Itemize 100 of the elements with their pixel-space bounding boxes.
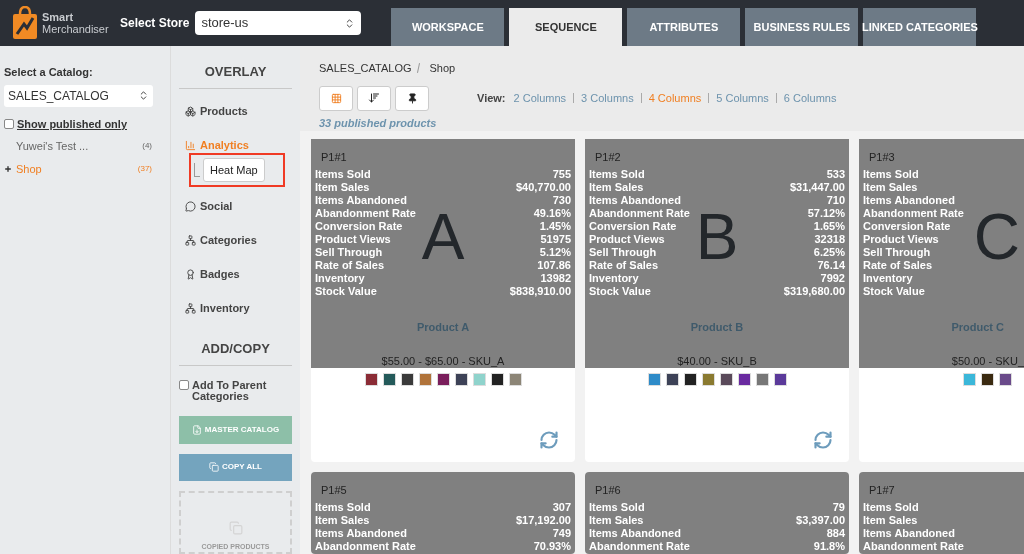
- color-swatch[interactable]: [418, 373, 432, 386]
- nav-tab[interactable]: ATTRIBUTES: [627, 8, 741, 46]
- color-swatch[interactable]: [683, 373, 697, 386]
- color-swatch[interactable]: [963, 373, 976, 386]
- product-card[interactable]: P1#5 Items Sold 307 Item Sales $17,192.00 Items Abandoned 749 Abandonment Rate 70.93%: [311, 472, 575, 554]
- color-swatch[interactable]: [490, 373, 504, 386]
- overlay-item[interactable]: Inventory: [185, 291, 292, 325]
- metric-value: 107.86: [537, 259, 571, 272]
- overlay-icon: [185, 302, 196, 314]
- color-swatch[interactable]: [999, 373, 1012, 386]
- metric-value: 1.45%: [539, 220, 571, 233]
- color-swatch[interactable]: [755, 373, 769, 386]
- color-swatch[interactable]: [773, 373, 787, 386]
- logo-text: Smart: [42, 11, 75, 23]
- metric-value: 13982: [540, 272, 571, 285]
- select-caret-icon: [138, 90, 149, 101]
- view-label: View:: [477, 90, 506, 106]
- product-letter: C: [973, 205, 1020, 269]
- metric-label: Item Sales: [863, 181, 918, 194]
- metric-label: Conversion Rate: [863, 220, 951, 233]
- color-swatch[interactable]: [737, 373, 751, 386]
- metric-label: Rate of Sales: [315, 259, 385, 272]
- column-option[interactable]: 3 Columns: [581, 89, 634, 107]
- color-swatch[interactable]: [647, 373, 661, 386]
- metric-label: Items Sold: [863, 168, 919, 181]
- metric-label: Items Sold: [315, 501, 371, 514]
- product-price: $50.00 - SKU_: [951, 354, 1024, 369]
- position-label: P1#6: [595, 484, 622, 497]
- color-swatch[interactable]: [981, 373, 994, 386]
- color-swatch[interactable]: [454, 373, 468, 386]
- tree-row[interactable]: Yuwei's Test ... (4): [4, 138, 166, 155]
- column-option[interactable]: 4 Columns: [648, 89, 702, 107]
- breadcrumb-item[interactable]: SALES_CATALOG: [319, 60, 412, 77]
- breadcrumb-item[interactable]: Shop: [429, 60, 456, 77]
- metric-value: 76.14: [817, 259, 845, 272]
- copy-icon: [209, 462, 219, 472]
- metric-value: 91.8%: [813, 540, 845, 553]
- copy-all-button[interactable]: COPY ALL: [179, 453, 292, 481]
- metric-value: $319,680.00: [783, 285, 845, 298]
- metric-label: Items Abandoned: [863, 527, 955, 540]
- catalog-select[interactable]: SALES_CATALOG: [4, 84, 153, 107]
- checkbox[interactable]: [179, 379, 189, 390]
- product-letter: A: [421, 205, 465, 269]
- metric-label: Abandonment Rate: [589, 207, 690, 220]
- tree-item[interactable]: Yuwei's Test ...: [16, 138, 89, 155]
- metric-value: 533: [826, 168, 845, 181]
- overlay-item[interactable]: Products: [185, 94, 292, 129]
- color-swatch[interactable]: [701, 373, 715, 386]
- refresh-icon[interactable]: [813, 430, 833, 450]
- tree-item[interactable]: Shop: [16, 160, 42, 177]
- overlay-item[interactable]: Social: [185, 189, 292, 223]
- color-swatch[interactable]: [508, 373, 522, 386]
- color-swatch[interactable]: [436, 373, 450, 386]
- nav-tab[interactable]: SEQUENCE: [509, 8, 623, 46]
- pin-button[interactable]: [395, 85, 429, 111]
- position-label: P1#3: [869, 151, 896, 164]
- refresh-icon[interactable]: [539, 430, 559, 450]
- color-swatch[interactable]: [665, 373, 679, 386]
- metric-value: 32318: [814, 233, 845, 246]
- tree-row[interactable]: Shop (37): [4, 160, 166, 177]
- sort-icon: [368, 92, 380, 104]
- metric-label: Product Views: [589, 233, 665, 246]
- color-swatch[interactable]: [400, 373, 414, 386]
- column-option[interactable]: 2 Columns: [513, 89, 567, 107]
- metric-label: Items Sold: [315, 168, 371, 181]
- color-swatch[interactable]: [719, 373, 733, 386]
- metric-label: Items Sold: [589, 501, 645, 514]
- metric-value: 749: [552, 527, 571, 540]
- metric-value: 755: [552, 168, 571, 181]
- metric-value: 710: [826, 194, 845, 207]
- checkbox[interactable]: [4, 118, 14, 129]
- product-price: $55.00 - $65.00 - SKU_A: [380, 354, 506, 369]
- heat-map-button[interactable]: Heat Map: [203, 157, 265, 182]
- expand-icon[interactable]: [4, 164, 12, 173]
- overlay-item[interactable]: Categories: [185, 223, 292, 257]
- nav-tab[interactable]: WORKSPACE: [391, 8, 505, 46]
- store-select[interactable]: store-us: [195, 11, 362, 35]
- checkbox-label[interactable]: Add To Parent Categories: [192, 379, 292, 402]
- checkbox-label[interactable]: Show published only: [17, 115, 127, 132]
- nav-tab[interactable]: BUSINESS RULES: [745, 8, 859, 46]
- metric-label: Inventory: [315, 272, 365, 285]
- section-title: ADD/COPY: [179, 339, 292, 366]
- column-option[interactable]: 5 Columns: [716, 89, 769, 107]
- column-option[interactable]: 6 Columns: [783, 89, 837, 107]
- section-title: OVERLAY: [179, 62, 292, 89]
- product-card[interactable]: P1#6 Items Sold 79 Item Sales $3,397.00 Items Abandoned 884 Abandonment Rate 91.8%: [585, 472, 849, 554]
- color-swatch[interactable]: [472, 373, 486, 386]
- metric-value: 7992: [820, 272, 845, 285]
- metric-label: Sell Through: [589, 246, 657, 259]
- color-swatch[interactable]: [382, 373, 396, 386]
- nav-tab[interactable]: LINKED CATEGORIES: [863, 8, 977, 46]
- product-card[interactable]: [311, 139, 575, 462]
- color-swatch[interactable]: [364, 373, 378, 386]
- store-label: Select Store: [120, 15, 190, 32]
- product-card[interactable]: [585, 139, 849, 462]
- metric-value: $31,447.00: [789, 181, 845, 194]
- overlay-item[interactable]: Badges: [185, 257, 292, 291]
- item-count: (37): [137, 162, 152, 175]
- metric-label: Inventory: [589, 272, 639, 285]
- product-card[interactable]: P1#7 Items Sold Item Sales Items Abandoned Abandonment Rate: [859, 472, 1024, 554]
